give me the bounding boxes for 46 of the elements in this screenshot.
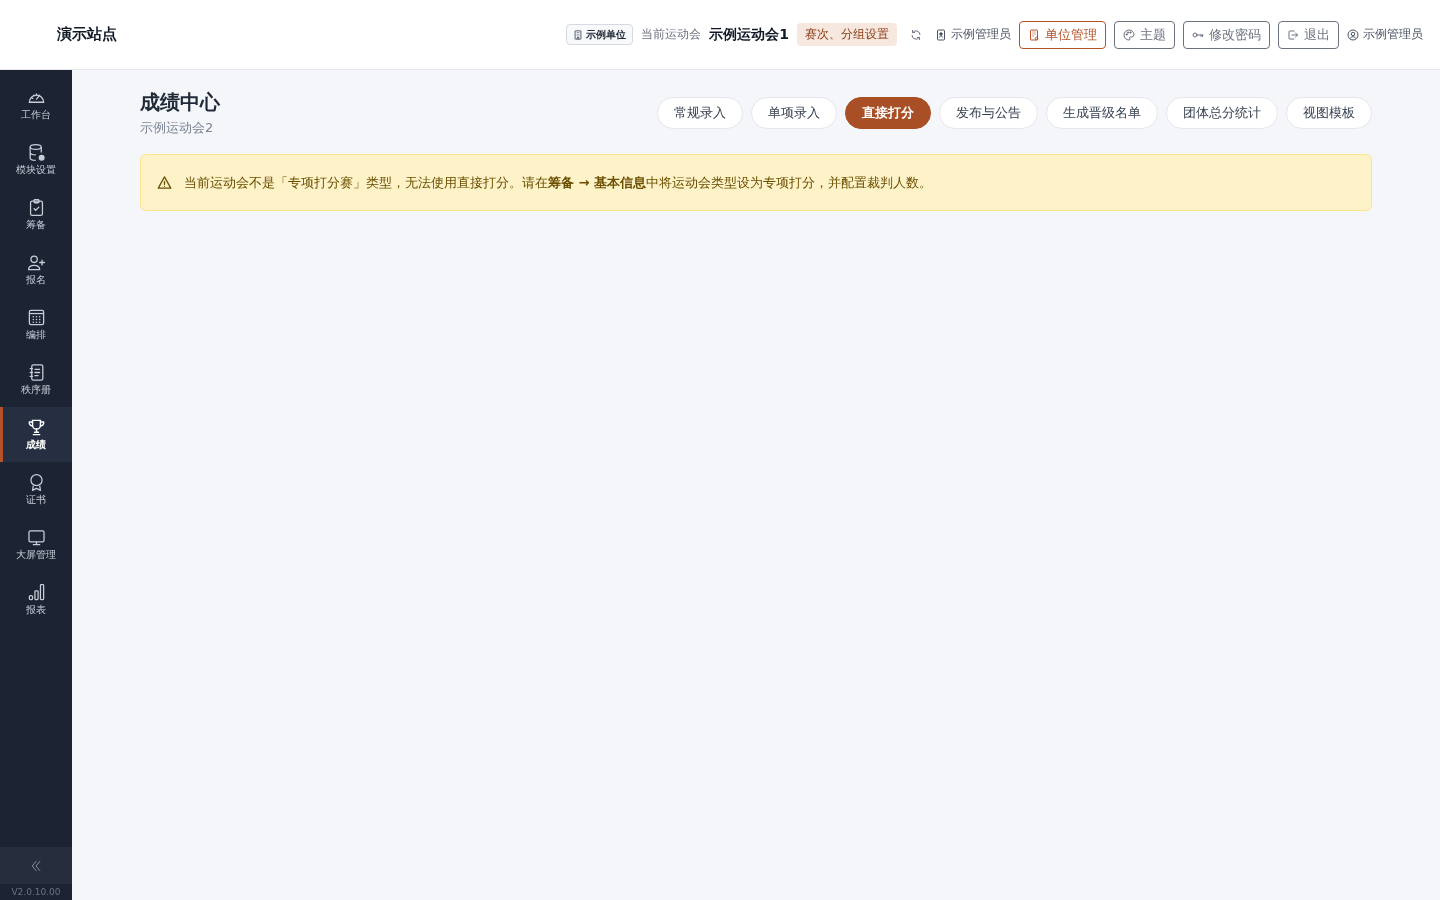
unit-name: 示例单位 [586,27,627,42]
tab[interactable]: 视图模板 [1286,97,1372,129]
sidebar-item[interactable]: 秩序册 [0,352,72,407]
alert-message: 当前运动会不是「专项打分赛」类型，无法使用直接打分。请在筹备 → 基本信息中将运动会类型设为专项打分，并配置裁判人数。 [184,174,932,192]
tab[interactable]: 单项录入 [751,97,837,129]
current-meet-label: 当前运动会 [641,26,702,43]
version-label: V2.0.10.00 [10,886,62,899]
tab[interactable]: 团体总分统计 [1166,97,1278,129]
trophy-icon [26,418,46,437]
header-button[interactable]: 主题 [1114,20,1175,49]
meet-settings-button[interactable]: 赛次、分组设置 [797,23,897,46]
id-badge-icon [935,28,947,41]
logout-icon [1287,28,1299,41]
sidebar-item[interactable]: 报表 [0,572,72,627]
page-title: 成绩中心 [140,90,220,114]
double-chevron-left-icon [30,858,42,873]
palette-icon [1123,28,1135,41]
calendar-icon [26,308,46,327]
sidebar-item[interactable]: 大屏管理 [0,517,72,572]
tab[interactable]: 直接打分 [845,97,931,129]
tab[interactable]: 发布与公告 [939,97,1038,129]
tab[interactable]: 常规录入 [657,97,743,129]
user-plus-icon [26,253,46,272]
meet-subtitle: 示例运动会2 [140,119,215,136]
tab[interactable]: 生成晋级名单 [1046,97,1158,129]
bar-chart-icon [26,583,46,602]
monitor-icon [26,528,46,547]
sidebar-item[interactable]: 成绩 [0,407,72,462]
header-button[interactable]: 修改密码 [1183,20,1270,49]
sidebar-item[interactable]: 报名 [0,242,72,297]
admin-name: 示例管理员 [951,26,1011,43]
sidebar-item[interactable]: 模块设置 [0,132,72,187]
building-icon [573,29,584,40]
sidebar-item[interactable]: 筹备 [0,187,72,242]
building-icon [1028,28,1040,41]
sidebar-item[interactable]: 证书 [0,462,72,517]
user-circle-icon [1347,28,1359,41]
sidebar-item[interactable]: 编排 [0,297,72,352]
sidebar-item[interactable]: 工作台 [0,77,72,132]
site-name: 演示站点 [57,25,117,44]
header-button[interactable]: 退出 [1278,20,1339,49]
header-button[interactable]: 单位管理 [1019,20,1106,49]
user-name: 示例管理员 [1363,26,1423,43]
warning-icon [157,175,172,190]
refresh-icon[interactable] [910,28,922,41]
current-meet-name: 示例运动会1 [709,25,789,44]
